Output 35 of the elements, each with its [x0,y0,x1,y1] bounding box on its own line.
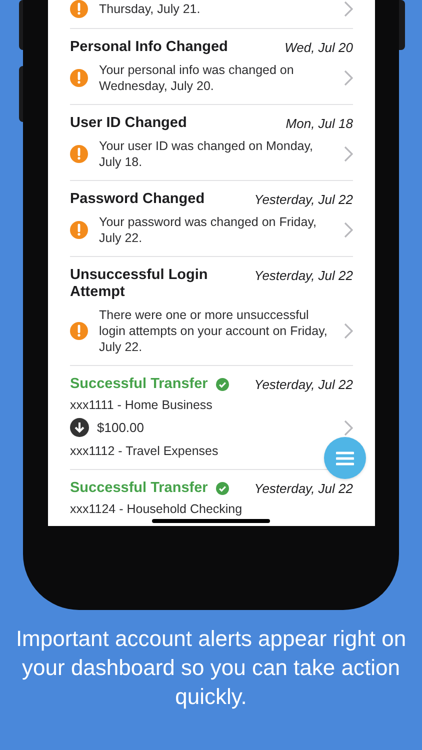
chevron-icon [344,1,353,17]
chevron-icon [344,323,353,339]
alert-date: Yesterday, Jul 22 [254,267,353,284]
alert-message: Thursday, July 21. [99,1,202,17]
chevron-icon [344,420,353,436]
check-circle-icon [216,378,229,391]
caption: Important account alerts appear right on your dashboard so you can take action quickly. [14,625,408,711]
alert-title: Successful Transfer [70,480,208,496]
warning-icon [70,221,88,239]
from-account: xxx1124 - Household Checking [70,500,244,516]
chevron-icon [344,146,353,162]
warning-icon [70,145,88,163]
to-account: xxx1112 - Travel Expenses [70,442,220,458]
warning-icon [70,69,88,87]
menu-icon [336,450,354,466]
alert-message: Your user ID was changed on Monday, July 18. [99,138,314,170]
alert-message: Your password was changed on Friday, July 22. [99,214,318,246]
alert-date: Yesterday, Jul 22 [254,376,353,393]
alert-title: Unsuccessful Login Attempt [70,267,209,301]
alert-date: Wed, Jul 20 [284,39,353,56]
check-circle-icon [216,482,229,494]
alert-title: User ID Changed [70,115,187,132]
warning-icon [70,322,88,340]
transfer-amount: $100.00 [97,419,144,437]
alert-title: Successful Transfer [70,376,208,393]
alert-date: Mon, Jul 18 [286,115,353,132]
alert-title: Personal Info Changed [70,39,228,56]
alert-date: Yesterday, Jul 22 [254,191,353,208]
chevron-icon [344,222,353,238]
alert-date: Yesterday, Jul 22 [254,480,353,496]
alert-message: Your personal info was changed on Wednesday, July 20. [99,62,295,94]
alert-message: There were one or more unsuccessful login attempts on your account on Friday, July 22. [99,307,328,355]
chevron-icon [344,70,353,86]
from-account: xxx1111 - Home Business [70,397,214,413]
alert-title: Password Changed [70,191,205,208]
